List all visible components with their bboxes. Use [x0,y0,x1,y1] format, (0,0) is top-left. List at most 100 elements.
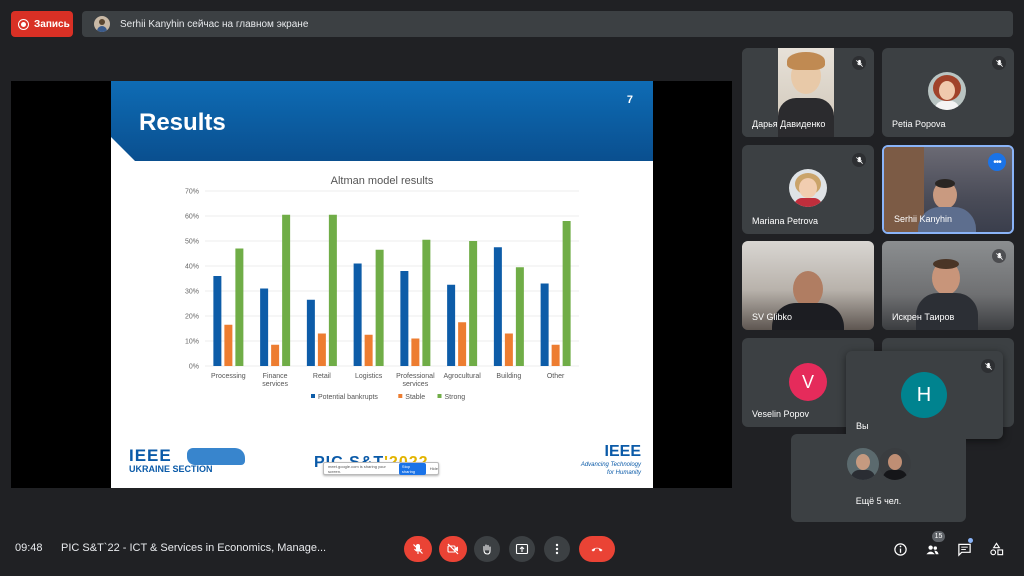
more-options-button[interactable] [544,536,570,562]
leave-call-button[interactable] [579,536,615,562]
bar-strong [469,241,478,366]
legend-swatch [398,394,403,398]
bar-strong [235,248,244,366]
participant-name: SV Glibko [752,312,793,322]
presenter-avatar [94,16,110,32]
y-tick-label: 60% [185,214,199,221]
bar-strong [282,214,291,366]
participant-avatar [847,448,879,480]
more-options-icon[interactable]: ••• [988,153,1006,171]
activities-button[interactable] [987,540,1005,558]
bar-potential-bankrupts [447,284,456,366]
legend-label: Potential bankrupts [318,394,378,401]
participant-count-badge: 15 [932,531,945,542]
hang-up-icon [591,547,603,552]
participant-tile[interactable]: Mariana Petrova [742,145,874,234]
y-tick-label: 0% [189,364,199,371]
bar-strong [515,267,524,366]
chat-notification-dot [968,538,973,543]
legend-swatch [437,394,442,398]
bar-potential-bankrupts [306,299,315,366]
participant-name: Mariana Petrova [752,216,819,226]
bar-potential-bankrupts [213,276,222,366]
more-participants-tile[interactable]: Ещё 5 чел. [791,434,966,522]
mic-off-icon [992,56,1006,70]
mic-off-icon [413,544,423,554]
chart-title: Altman model results [331,176,434,187]
meet-app: Запись Serhii Kanyhin сейчас на главном … [0,0,1024,576]
shared-screen: Results 7 Altman model results 0% 10% 20% 30… [11,81,732,488]
bar-stable [364,334,373,366]
presentation-slide: Results 7 Altman model results 0% 10% 20% 30… [111,81,653,488]
slide-title: Results [139,109,226,136]
info-icon [893,542,907,556]
ieee-logo: IEEE Advancing Technology for Humanity [580,443,641,476]
bar-potential-bankrupts [493,247,502,366]
microphone-toggle-button[interactable] [404,536,432,562]
participant-name: Искрен Таиров [892,312,955,322]
camera-toggle-button[interactable] [439,536,467,562]
camera-off-icon [447,543,459,555]
hide-button[interactable]: Hide [430,466,438,471]
legend-swatch [311,394,315,398]
mic-off-icon [852,153,866,167]
bar-strong [328,214,337,366]
self-avatar: H [901,372,947,418]
ukraine-map-icon [187,448,245,465]
activities-icon [989,541,1003,555]
bar-strong [375,249,384,366]
meeting-title: PIC S&T`22 - ICT & Services in Economics… [61,542,327,554]
x-tick-label: Retail [313,373,331,380]
mic-off-icon [992,249,1006,263]
presenting-banner: Serhii Kanyhin сейчас на главном экране [82,11,1013,37]
participant-avatar [879,448,911,480]
participant-name: Veselin Popov [752,409,810,419]
participant-avatar [789,169,827,207]
participant-name: Petia Popova [892,119,946,129]
slide-number: 7 [626,94,633,106]
present-screen-button[interactable] [509,536,535,562]
bar-potential-bankrupts [540,283,549,366]
more-participants-label: Ещё 5 чел. [855,496,902,506]
self-view-tile[interactable]: H Вы [846,351,1003,439]
mic-off-icon [852,56,866,70]
y-tick-label: 40% [185,264,199,271]
people-icon [925,544,939,554]
bar-stable [271,344,280,366]
bar-potential-bankrupts [353,263,362,366]
participant-tile[interactable]: SV Glibko [742,241,874,330]
participant-tile-active-speaker[interactable]: ••• Serhii Kanyhin [882,145,1014,234]
participant-tile[interactable]: Дарья Давиденко [742,48,874,137]
legend-label: Strong [445,394,466,401]
present-icon [515,543,529,555]
y-tick-label: 50% [185,239,199,246]
record-icon [18,18,29,30]
participants-button[interactable] [923,540,941,558]
bar-stable [504,333,513,366]
presenting-text: Serhii Kanyhin сейчас на главном экране [120,18,309,30]
bar-potential-bankrupts [260,288,269,366]
legend-label: Stable [405,394,425,401]
recording-button[interactable]: Запись [11,11,73,37]
bar-stable [317,333,326,366]
more-vert-icon [555,543,559,555]
recording-label: Запись [34,18,70,30]
hand-icon [483,544,491,555]
raise-hand-button[interactable] [474,536,500,562]
bar-stable [411,338,420,366]
participant-tile[interactable]: Petia Popova [882,48,1014,137]
x-tick-label: Building [496,373,521,380]
participant-tile[interactable]: Искрен Таиров [882,241,1014,330]
bar-stable [224,324,233,366]
y-tick-label: 20% [185,314,199,321]
bar-strong [422,239,431,366]
meeting-details-button[interactable] [891,540,909,558]
bar-strong [562,221,571,366]
x-tick-label: Professional services [396,373,435,388]
bar-stable [458,322,467,366]
y-tick-label: 70% [185,189,199,196]
stop-sharing-button[interactable]: Stop sharing [398,462,426,475]
y-tick-label: 10% [185,339,199,346]
x-tick-label: Finance services [262,373,288,388]
participant-avatar: V [789,363,827,401]
